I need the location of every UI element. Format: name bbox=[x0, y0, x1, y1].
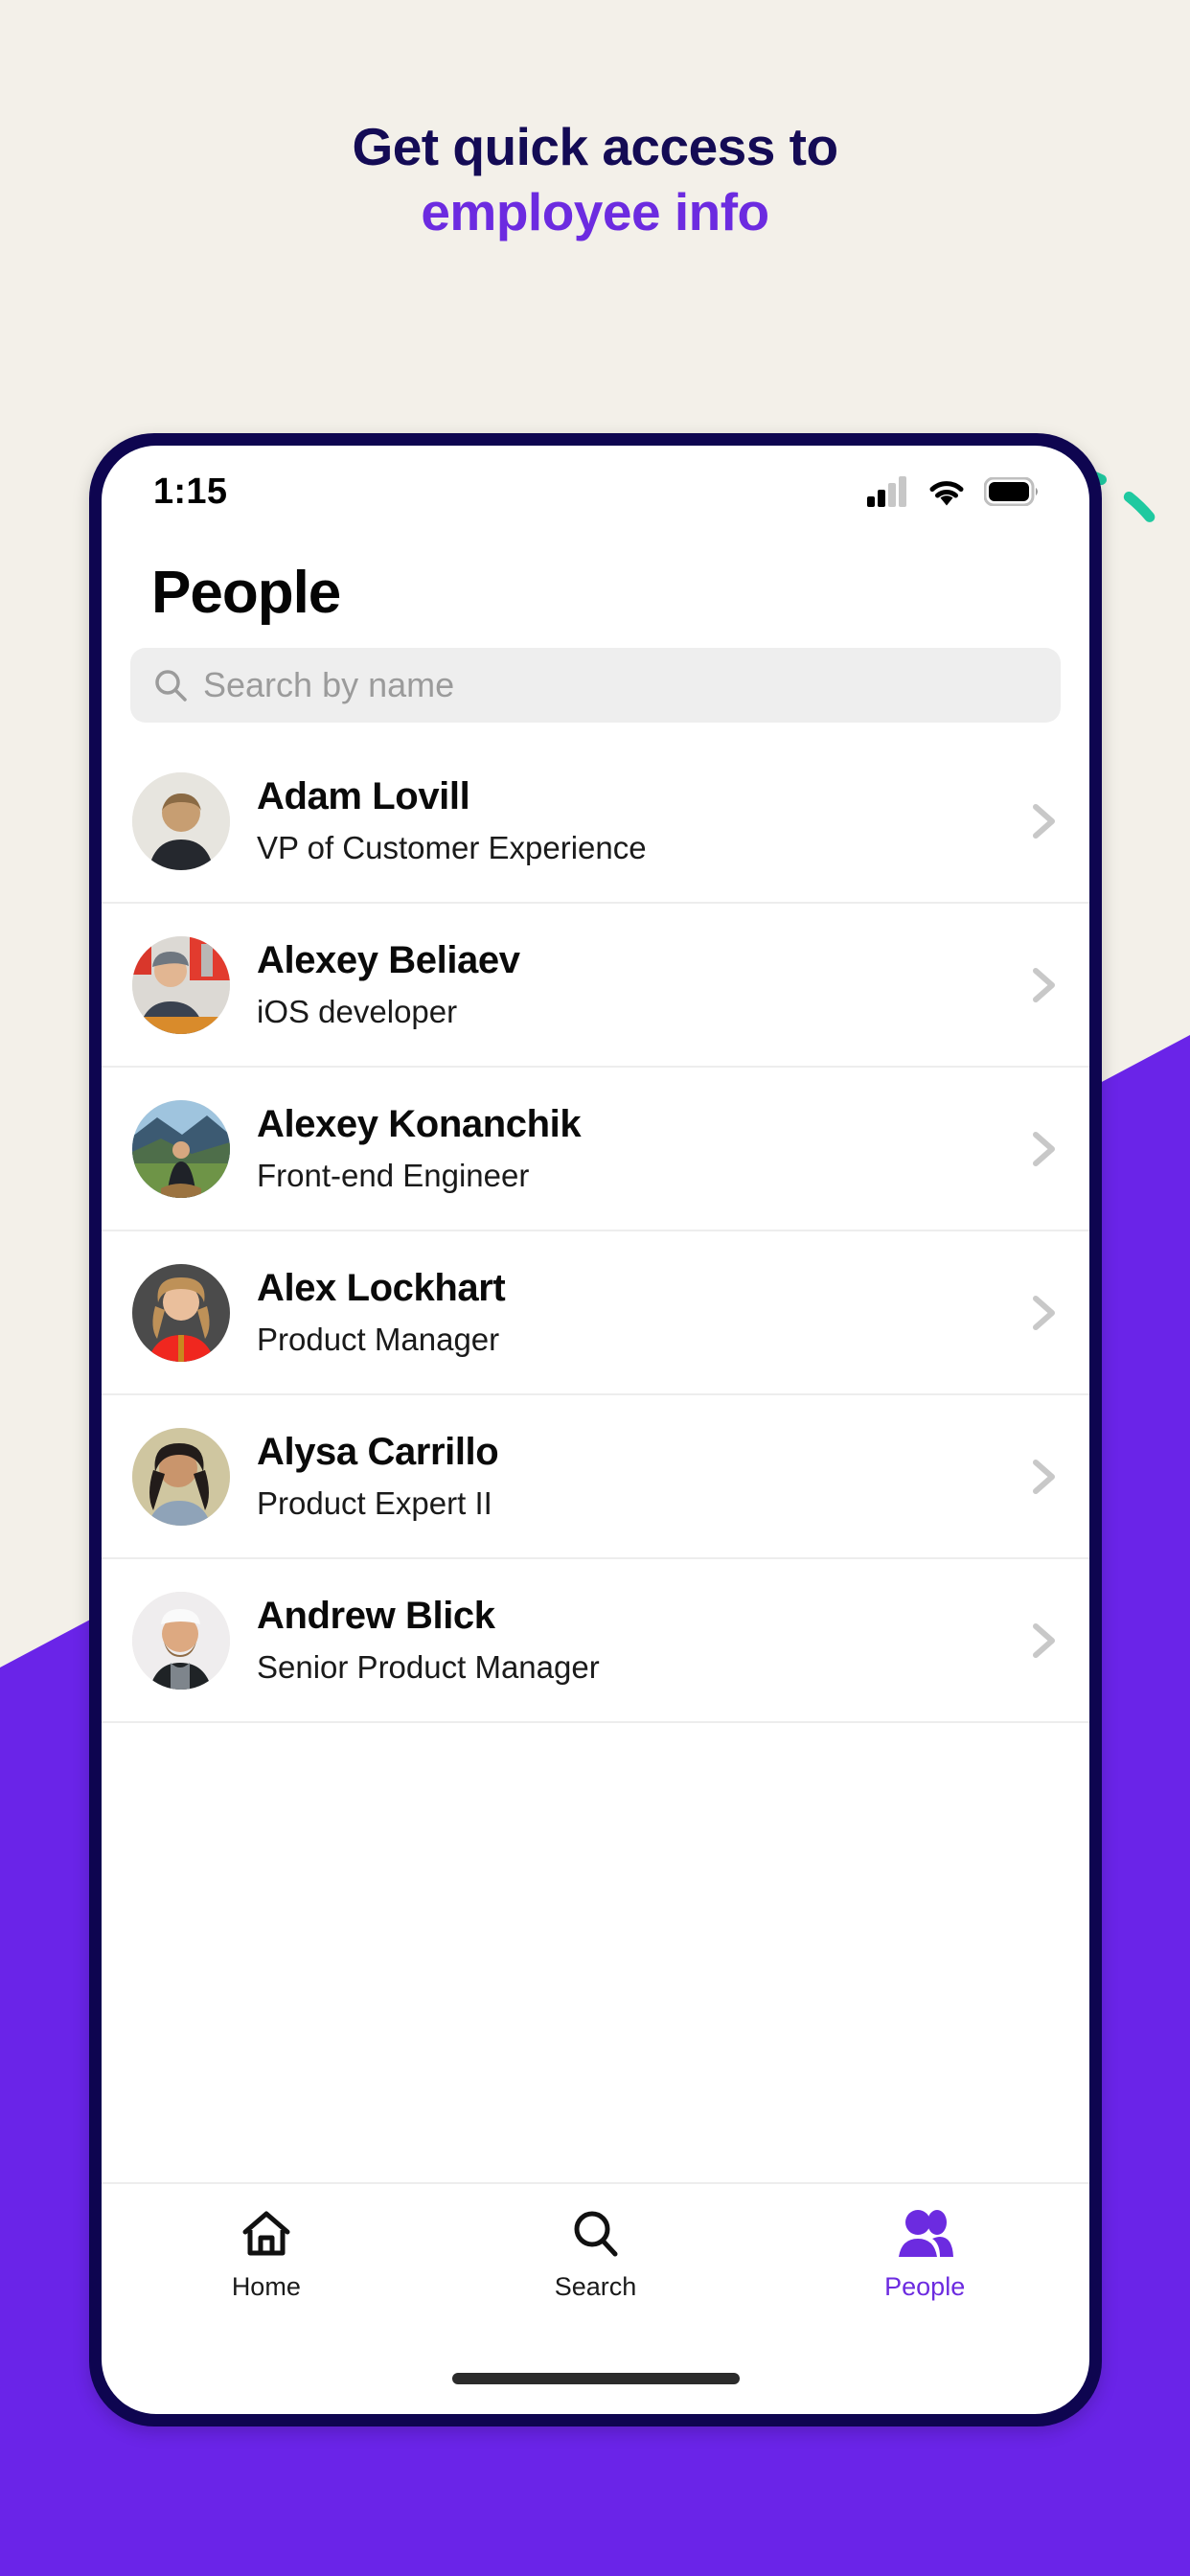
list-item[interactable]: Alexey Beliaev iOS developer bbox=[102, 904, 1089, 1068]
person-text: Alexey Beliaev iOS developer bbox=[257, 939, 1001, 1030]
people-list[interactable]: Adam Lovill VP of Customer Experience Al… bbox=[102, 723, 1089, 2182]
status-bar: 1:15 bbox=[102, 446, 1089, 538]
person-name: Andrew Blick bbox=[257, 1595, 495, 1637]
person-role: Front-end Engineer bbox=[257, 1158, 530, 1193]
list-empty-space bbox=[102, 1723, 1089, 1887]
tab-home[interactable]: Home bbox=[102, 2209, 431, 2302]
bottom-tab-bar: Home Search People bbox=[102, 2182, 1089, 2343]
search-section: Search by name bbox=[102, 627, 1089, 723]
tab-label: Home bbox=[231, 2272, 301, 2301]
list-item[interactable]: Adam Lovill VP of Customer Experience bbox=[102, 740, 1089, 904]
avatar bbox=[132, 771, 230, 870]
person-name: Adam Lovill bbox=[257, 775, 470, 817]
promo-headline: Get quick access to employee info bbox=[0, 115, 1190, 244]
tab-people[interactable]: People bbox=[760, 2209, 1089, 2302]
chevron-right-icon[interactable] bbox=[1028, 1617, 1061, 1665]
avatar bbox=[132, 1263, 230, 1362]
chevron-right-icon[interactable] bbox=[1028, 961, 1061, 1009]
person-role: Product Manager bbox=[257, 1322, 500, 1357]
person-name: Alexey Beliaev bbox=[257, 939, 520, 981]
phone-frame: 1:15 People Search by name Adam Lovill V… bbox=[89, 433, 1102, 2426]
chevron-right-icon[interactable] bbox=[1028, 1453, 1061, 1501]
people-icon bbox=[899, 2210, 954, 2257]
person-text: Alex Lockhart Product Manager bbox=[257, 1267, 1001, 1358]
home-icon bbox=[242, 2211, 290, 2256]
person-name: Alex Lockhart bbox=[257, 1267, 506, 1309]
home-indicator-area bbox=[102, 2343, 1089, 2414]
tab-search[interactable]: Search bbox=[431, 2209, 761, 2302]
headline-line-2: employee info bbox=[421, 181, 769, 242]
list-item[interactable]: Alysa Carrillo Product Expert II bbox=[102, 1395, 1089, 1559]
person-text: Alysa Carrillo Product Expert II bbox=[257, 1431, 1001, 1522]
headline-line-1: Get quick access to bbox=[352, 117, 838, 176]
search-icon bbox=[155, 670, 187, 702]
battery-full-icon bbox=[984, 477, 1038, 506]
person-text: Alexey Konanchik Front-end Engineer bbox=[257, 1103, 1001, 1194]
page-title: People bbox=[151, 560, 341, 626]
status-time: 1:15 bbox=[153, 471, 228, 512]
person-name: Alexey Konanchik bbox=[257, 1103, 582, 1145]
avatar bbox=[132, 1099, 230, 1198]
chevron-right-icon[interactable] bbox=[1028, 1289, 1061, 1337]
search-placeholder: Search by name bbox=[203, 665, 455, 704]
chevron-right-icon[interactable] bbox=[1028, 1125, 1061, 1173]
status-icons bbox=[867, 476, 1040, 507]
wifi-icon bbox=[929, 481, 964, 506]
avatar bbox=[132, 1591, 230, 1690]
phone-mockup: 1:15 People Search by name Adam Lovill V… bbox=[89, 433, 1102, 2426]
list-item[interactable]: Alex Lockhart Product Manager bbox=[102, 1231, 1089, 1395]
person-role: VP of Customer Experience bbox=[257, 830, 647, 865]
search-input[interactable]: Search by name bbox=[130, 648, 1061, 723]
avatar bbox=[132, 935, 230, 1034]
cellular-signal-icon bbox=[867, 476, 906, 507]
person-role: Senior Product Manager bbox=[257, 1649, 600, 1685]
person-role: iOS developer bbox=[257, 994, 458, 1029]
phone-screen: 1:15 People Search by name Adam Lovill V… bbox=[102, 446, 1089, 2414]
list-item[interactable]: Andrew Blick Senior Product Manager bbox=[102, 1559, 1089, 1723]
home-indicator[interactable] bbox=[451, 2373, 740, 2384]
tab-label: Search bbox=[554, 2272, 637, 2301]
person-text: Adam Lovill VP of Customer Experience bbox=[257, 775, 1001, 866]
avatar bbox=[132, 1427, 230, 1526]
person-text: Andrew Blick Senior Product Manager bbox=[257, 1595, 1001, 1686]
person-role: Product Expert II bbox=[257, 1485, 492, 1521]
person-name: Alysa Carrillo bbox=[257, 1431, 499, 1473]
list-item[interactable]: Alexey Konanchik Front-end Engineer bbox=[102, 1068, 1089, 1231]
chevron-right-icon[interactable] bbox=[1028, 797, 1061, 845]
search-icon bbox=[574, 2211, 617, 2257]
tab-label: People bbox=[884, 2272, 966, 2301]
promo-screenshot: Get quick access to employee info 1:15 P… bbox=[0, 0, 1190, 2576]
